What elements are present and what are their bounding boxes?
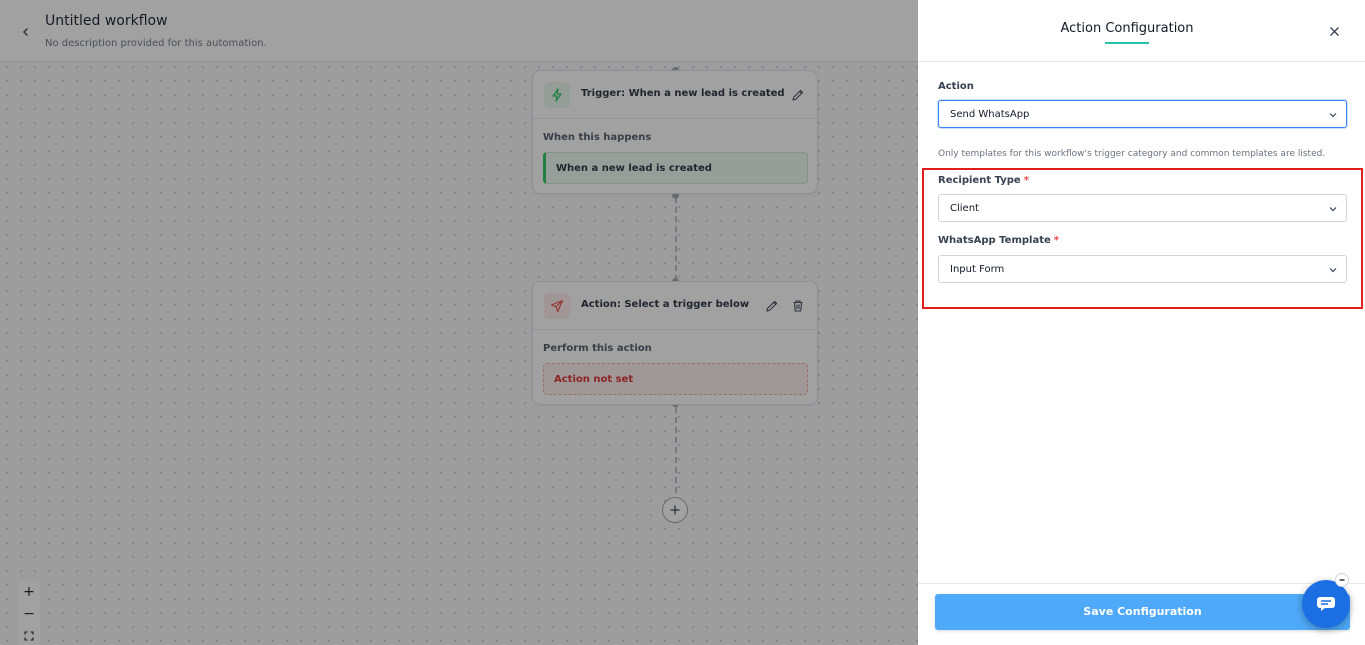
required-mark: * <box>1053 235 1059 246</box>
template-hint: Only templates for this workflow's trigg… <box>938 149 1326 159</box>
close-panel-button[interactable] <box>1324 21 1344 41</box>
whatsapp-template-label-text: WhatsApp Template <box>938 235 1051 246</box>
chevron-down-icon <box>1329 207 1337 212</box>
recipient-type-label: Recipient Type * <box>938 175 1029 186</box>
whatsapp-template-label: WhatsApp Template * <box>938 235 1059 246</box>
required-mark: * <box>1023 175 1029 186</box>
chat-icon <box>1317 597 1335 611</box>
whatsapp-template-value: Input Form <box>950 264 1005 275</box>
recipient-type-label-text: Recipient Type <box>938 175 1021 186</box>
chevron-down-icon <box>1329 268 1337 273</box>
save-configuration-button[interactable]: Save Configuration <box>935 594 1350 630</box>
modal-backdrop[interactable] <box>0 0 918 645</box>
close-icon <box>1329 26 1339 36</box>
minus-icon <box>1339 579 1345 581</box>
action-select-value: Send WhatsApp <box>950 109 1030 120</box>
action-label: Action <box>938 81 974 92</box>
panel-header: Action Configuration <box>918 4 1365 62</box>
action-select[interactable]: Send WhatsApp <box>938 100 1347 128</box>
minimize-chat-button[interactable] <box>1335 573 1349 587</box>
action-configuration-panel: Action Configuration Action Send WhatsAp… <box>918 0 1365 645</box>
title-underline <box>1105 42 1149 44</box>
panel-title: Action Configuration <box>1060 21 1194 36</box>
recipient-type-select[interactable]: Client <box>938 194 1347 222</box>
recipient-type-value: Client <box>950 203 979 214</box>
whatsapp-template-select[interactable]: Input Form <box>938 255 1347 283</box>
panel-footer: Save Configuration <box>918 583 1365 645</box>
chat-widget-button[interactable] <box>1302 580 1350 628</box>
chevron-down-icon <box>1329 113 1337 118</box>
